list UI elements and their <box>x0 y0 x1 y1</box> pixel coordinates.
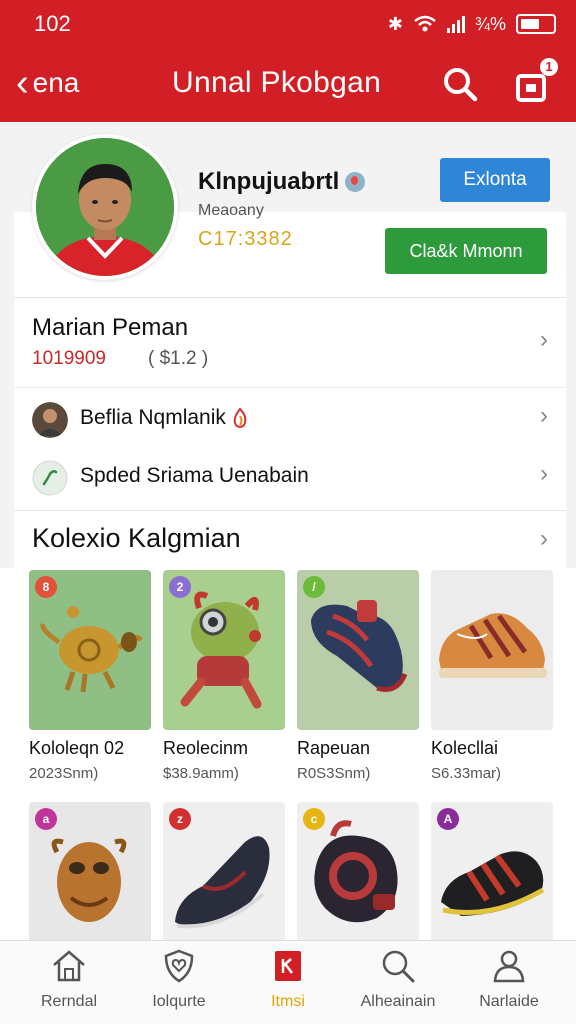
nav-item-home[interactable]: Rerndal <box>14 947 124 1021</box>
secondary-action-button[interactable]: Cla&k Mmonn <box>385 228 547 274</box>
product-name: Rapeuan <box>297 738 371 758</box>
product-name: Reolecinm <box>163 738 249 758</box>
nav-label: Alheainain <box>360 993 436 1010</box>
product-price: R0S3Snm) <box>297 765 371 782</box>
battery-percent: ¾% <box>474 13 506 34</box>
list-item[interactable]: Spded Sriama Uenabain › <box>14 448 566 506</box>
collection-header[interactable]: Kolexio Kalgmian › <box>14 510 566 568</box>
verified-icon <box>345 172 366 192</box>
back-label: ena <box>32 67 80 98</box>
product-price: 2023Snm) <box>29 765 99 782</box>
chevron-left-icon: ‹ <box>16 62 29 104</box>
nav-item-favorites[interactable]: Iolqurte <box>124 947 234 1021</box>
list-item[interactable]: Beflia Nqmlanik › <box>14 390 566 448</box>
home-icon <box>53 950 85 982</box>
product-tag: / <box>303 576 325 598</box>
nav-label: Itmsi <box>271 993 305 1010</box>
cart-badge: 1 <box>540 58 558 76</box>
list-item-price: ( $1.2 ) <box>148 348 209 369</box>
bluetooth-icon: ✱ <box>387 13 403 34</box>
status-time: 102 <box>34 11 71 36</box>
nav-item-search[interactable]: Alheainain <box>343 947 453 1021</box>
product-tag: 8 <box>35 576 57 598</box>
list-item-number: 1019909 <box>32 348 106 369</box>
list-item-title: Marian Peman <box>32 314 189 341</box>
nav-item-profile[interactable]: Narlaide <box>454 947 564 1021</box>
nav-item-items[interactable]: Itmsi <box>233 947 343 1021</box>
list-item[interactable]: Marian Peman 1019909 ( $1.2 ) › <box>14 298 566 388</box>
collection-grid: 8 Kololeqn 02 2023Snm) 2 Reolecinm $38.9… <box>0 568 576 962</box>
product-tag: a <box>35 808 57 830</box>
search-icon[interactable] <box>440 64 480 104</box>
user-icon <box>493 950 525 983</box>
product-name: Kololeqn 02 <box>29 738 125 758</box>
primary-action-button[interactable]: Exlonta <box>440 158 550 202</box>
signal-icon <box>446 15 465 33</box>
sneaker-image <box>439 613 547 678</box>
product-tag: c <box>303 808 325 830</box>
product-card[interactable]: 8 Kololeqn 02 2023Snm) <box>29 570 151 782</box>
nav-label: Narlaide <box>479 993 539 1010</box>
product-name: Kolecllai <box>431 738 499 758</box>
bookmark-icon <box>275 951 301 981</box>
list-item-label: Spded Sriama Uenabain <box>80 464 309 487</box>
search-icon <box>382 950 415 983</box>
nav-label: Rerndal <box>40 993 98 1010</box>
nav-label: Iolqurte <box>152 993 206 1010</box>
status-bar: 102 ✱ ¾% <box>34 8 556 40</box>
cart-button[interactable]: 1 <box>510 58 558 106</box>
product-price: S6.33mar) <box>431 765 502 782</box>
chevron-right-icon: › <box>540 402 548 429</box>
profile-subtitle: Meaoany <box>198 202 264 219</box>
product-card[interactable]: z <box>163 802 285 962</box>
product-card[interactable]: / Rapeuan R0S3Snm) <box>297 570 419 782</box>
pen-icon <box>32 460 68 496</box>
info-list: Marian Peman 1019909 ( $1.2 ) › Beflia N… <box>14 298 566 510</box>
product-card[interactable]: A <box>431 802 553 962</box>
product-card[interactable]: 2 Reolecinm $38.9amm) <box>163 570 285 782</box>
avatar[interactable] <box>32 134 178 280</box>
back-button[interactable]: ‹ ena <box>16 64 79 102</box>
product-card[interactable]: Kolecllai S6.33mar) <box>431 570 553 782</box>
avatar-photo <box>36 138 174 276</box>
flame-icon <box>233 407 247 428</box>
section-title: Kolexio Kalgmian <box>32 523 241 553</box>
user-avatar-icon <box>32 402 68 438</box>
battery-icon <box>516 14 556 34</box>
product-card[interactable]: c <box>297 802 419 962</box>
list-item-label: Beflia Nqmlanik <box>80 406 226 429</box>
page-title: Unnal Pkobgan <box>172 66 382 99</box>
chevron-right-icon: › <box>540 326 548 353</box>
chevron-right-icon: › <box>540 460 548 487</box>
shield-heart-icon <box>164 949 194 983</box>
product-price: $38.9amm) <box>163 765 239 782</box>
product-card[interactable]: a <box>29 802 151 962</box>
profile-name: Klnpujuabrtl <box>198 168 340 195</box>
product-tag: z <box>169 808 191 830</box>
product-tag: A <box>437 808 459 830</box>
app-header: 102 ✱ ¾% ‹ ena Unnal Pkobgan 1 <box>0 0 576 122</box>
profile-number: C17:3382 <box>198 228 293 250</box>
product-tag: 2 <box>169 576 191 598</box>
bottom-navigation: Rerndal Iolqurte Itmsi Alheainain Narlai… <box>0 940 576 1024</box>
wifi-icon <box>414 15 436 32</box>
chevron-right-icon: › <box>540 525 548 552</box>
